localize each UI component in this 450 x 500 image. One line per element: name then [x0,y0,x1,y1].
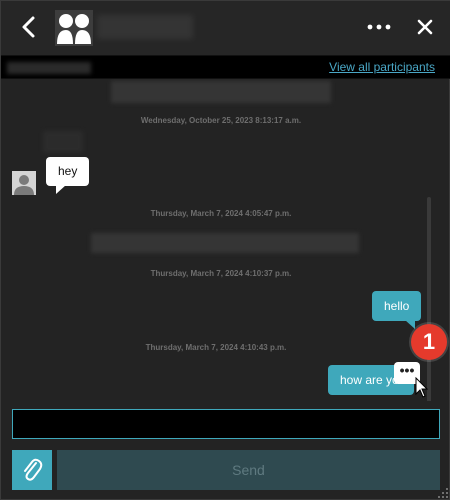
view-all-participants-link[interactable]: View all participants [329,60,435,74]
message-list: Wednesday, October 25, 2023 8:13:17 a.m.… [1,79,450,401]
more-options-button[interactable] [365,17,393,37]
redacted-sender-name [43,131,83,153]
annotation-badge: 1 [411,324,447,360]
close-button[interactable] [413,15,437,39]
incoming-message[interactable]: hey [46,157,90,194]
chat-title-redacted [97,15,193,39]
chat-window: View all participants Wednesday, October… [0,0,450,500]
participants-list-redacted [7,62,91,74]
message-input[interactable] [12,409,440,439]
message-scrollbar[interactable] [427,197,431,401]
user-avatar [12,171,36,195]
paperclip-icon [24,458,43,481]
redacted-system-message [91,233,359,253]
back-button[interactable] [15,13,43,41]
close-icon [417,19,433,35]
resize-grip-icon[interactable] [437,487,449,499]
message-timestamp: Thursday, March 7, 2024 4:05:47 p.m. [150,209,292,218]
message-timestamp: Thursday, March 7, 2024 4:10:37 p.m. [150,269,292,278]
redacted-sender-name [111,81,331,103]
outgoing-message[interactable]: hello [372,291,422,329]
send-button[interactable]: Send [57,450,440,490]
chat-header [1,1,450,55]
ellipsis-icon [367,24,391,30]
chevron-left-icon [22,16,35,38]
mouse-cursor-icon [415,377,429,398]
message-timestamp: Thursday, March 7, 2024 4:10:43 p.m. [145,343,287,352]
participants-bar: View all participants [1,55,450,79]
group-avatar-icon [55,10,93,46]
message-timestamp: Wednesday, October 25, 2023 8:13:17 a.m. [140,116,302,125]
attach-button[interactable] [12,450,52,490]
